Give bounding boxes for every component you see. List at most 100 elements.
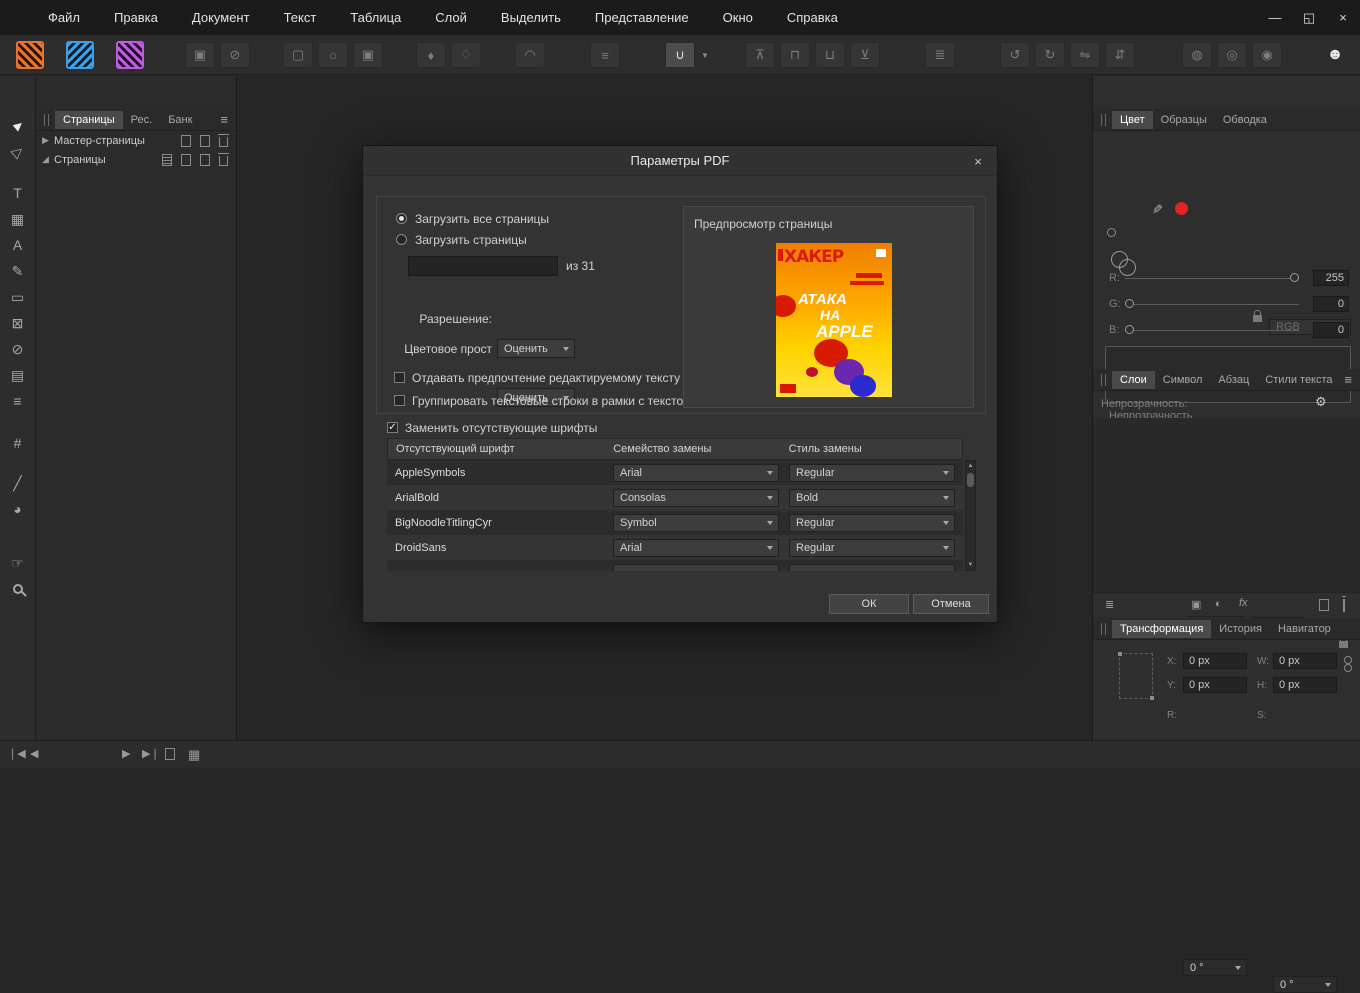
style-dropdown[interactable]: Bold [789, 489, 955, 507]
frame-text-tool-icon[interactable]: T [4, 180, 32, 206]
menu-view[interactable]: Представление [595, 10, 689, 25]
tab-symbol[interactable]: Символ [1155, 371, 1211, 389]
tab-history[interactable]: История [1211, 620, 1270, 638]
menu-edit[interactable]: Правка [114, 10, 158, 25]
family-dropdown[interactable]: Arial [613, 539, 779, 557]
replace-fonts-checkbox[interactable]: ✓ [387, 422, 398, 433]
crop-tool-icon[interactable]: # [4, 430, 32, 456]
pages-row[interactable]: ◢ Страницы [36, 150, 236, 169]
preview-mode-icon[interactable]: ▦ [188, 747, 200, 763]
menu-select[interactable]: Выделить [501, 10, 561, 25]
account-icon[interactable]: ☻ [1320, 42, 1350, 68]
hand-tool-icon[interactable]: ☞ [4, 550, 32, 576]
geometry-intersect-icon[interactable]: ◉ [1252, 42, 1282, 68]
menu-document[interactable]: Документ [192, 10, 250, 25]
menu-window[interactable]: Окно [723, 10, 753, 25]
blue-slider-knob[interactable] [1125, 325, 1134, 334]
family-dropdown[interactable] [613, 564, 779, 572]
snapping-dropdown-arrow[interactable]: ▼ [700, 42, 710, 68]
noise-toggle-icon[interactable] [1107, 228, 1116, 237]
panel-drag-handle[interactable] [1101, 114, 1106, 126]
flip-horizontal-icon[interactable]: ⇋ [1070, 42, 1100, 68]
family-dropdown[interactable]: Symbol [613, 514, 779, 532]
trash-icon[interactable] [219, 156, 228, 166]
trash-icon[interactable] [219, 137, 228, 147]
move-to-front-icon[interactable]: ⊼ [745, 42, 775, 68]
tab-paragraph[interactable]: Абзац [1210, 371, 1257, 389]
w-input[interactable] [1273, 653, 1337, 669]
frame-view-icon[interactable]: ▣ [353, 42, 383, 68]
mask-icon[interactable]: ▣ [1191, 598, 1201, 611]
dialog-close-icon[interactable]: × [969, 152, 987, 170]
family-dropdown[interactable]: Consolas [613, 489, 779, 507]
table-row[interactable]: ArialBold Consolas Bold [387, 485, 963, 510]
layer-lock-icon[interactable] [1339, 641, 1348, 648]
zoom-tool-icon[interactable] [4, 576, 32, 602]
previous-page-icon[interactable]: ◀ [30, 747, 38, 760]
h-input[interactable] [1273, 677, 1337, 693]
move-forward-icon[interactable]: ⊓ [780, 42, 810, 68]
anchor-selector[interactable] [1119, 653, 1153, 699]
adjustment-icon[interactable]: ◐ [1215, 598, 1222, 610]
prefer-editable-checkbox[interactable] [394, 372, 405, 383]
duplicate-page-icon[interactable] [200, 154, 210, 166]
dialog-titlebar[interactable]: Параметры PDF × [363, 146, 997, 176]
layer-stack-icon[interactable]: ≣ [1105, 598, 1114, 611]
gear-icon[interactable]: ⚙ [1315, 394, 1327, 410]
tab-navigator[interactable]: Навигатор [1270, 620, 1339, 638]
pen-tool-icon[interactable]: ✎ [4, 258, 32, 284]
red-slider-knob[interactable] [1290, 273, 1299, 282]
duplicate-page-icon[interactable] [200, 135, 210, 147]
table-row[interactable]: AppleSymbols Arial Regular [387, 460, 963, 485]
scroll-up-icon[interactable]: ▲ [968, 461, 974, 471]
tab-pages[interactable]: Страницы [55, 111, 123, 129]
tab-swatches[interactable]: Образцы [1153, 111, 1215, 129]
move-to-back-icon[interactable]: ⊻ [850, 42, 880, 68]
blue-slider[interactable] [1125, 330, 1299, 331]
page-view-icon[interactable] [165, 748, 175, 760]
table-row-clipped[interactable] [387, 560, 963, 571]
layers-list[interactable] [1093, 418, 1360, 592]
ellipse-view-icon[interactable]: ○ [318, 42, 348, 68]
lasso-icon[interactable]: ◠ [515, 42, 545, 68]
page-setup-icon[interactable]: ▢ [283, 42, 313, 68]
picture-frame-rect-icon[interactable]: ⊠ [4, 310, 32, 336]
y-input[interactable] [1183, 677, 1247, 693]
panel-menu-icon[interactable]: ≡ [1344, 372, 1352, 387]
rotate-ccw-icon[interactable]: ↺ [1000, 42, 1030, 68]
delete-layer-icon[interactable] [1343, 599, 1345, 612]
node-tool-icon[interactable]: ▷ [4, 138, 32, 164]
panel-drag-handle[interactable] [1101, 623, 1106, 635]
guides-tool-icon[interactable]: ≡ [4, 388, 32, 414]
chevron-right-icon[interactable]: ▶ [42, 135, 54, 146]
minimize-button[interactable]: — [1258, 0, 1292, 35]
rotation-dropdown[interactable]: 0 ° [1183, 959, 1247, 976]
picture-frame-ellipse-icon[interactable]: ⊘ [4, 336, 32, 362]
table-row[interactable]: DroidSans Arial Regular [387, 535, 963, 560]
link-dimensions-icon[interactable] [1344, 656, 1352, 672]
menu-file[interactable]: Файл [48, 10, 80, 25]
rectangle-tool-icon[interactable]: ▭ [4, 284, 32, 310]
menu-layer[interactable]: Слой [435, 10, 467, 25]
load-all-pages-radio[interactable] [396, 213, 407, 224]
style-dropdown[interactable]: Regular [789, 539, 955, 557]
blue-value-input[interactable] [1313, 322, 1349, 338]
add-page-icon[interactable] [181, 154, 191, 166]
style-dropdown[interactable]: Regular [789, 514, 955, 532]
add-page-icon[interactable] [181, 135, 191, 147]
scrollbar-thumb[interactable] [967, 473, 974, 487]
load-pages-radio[interactable] [396, 234, 407, 245]
fill-tool-icon[interactable]: ◕ [4, 496, 32, 522]
scroll-down-icon[interactable]: ▼ [968, 560, 974, 570]
affinity-designer-icon[interactable] [66, 41, 94, 69]
tab-color[interactable]: Цвет [1112, 111, 1153, 129]
text-alignment-icon[interactable]: ≣ [925, 42, 955, 68]
chevron-down-icon[interactable]: ◢ [42, 154, 54, 165]
page-range-input[interactable] [408, 256, 558, 276]
green-value-input[interactable] [1313, 296, 1349, 312]
panel-menu-icon[interactable]: ≡ [220, 112, 228, 127]
tab-layers[interactable]: Слои [1112, 371, 1155, 389]
panel-drag-handle[interactable] [44, 114, 49, 126]
green-slider[interactable] [1125, 304, 1299, 305]
lock-icon[interactable] [1253, 315, 1262, 322]
